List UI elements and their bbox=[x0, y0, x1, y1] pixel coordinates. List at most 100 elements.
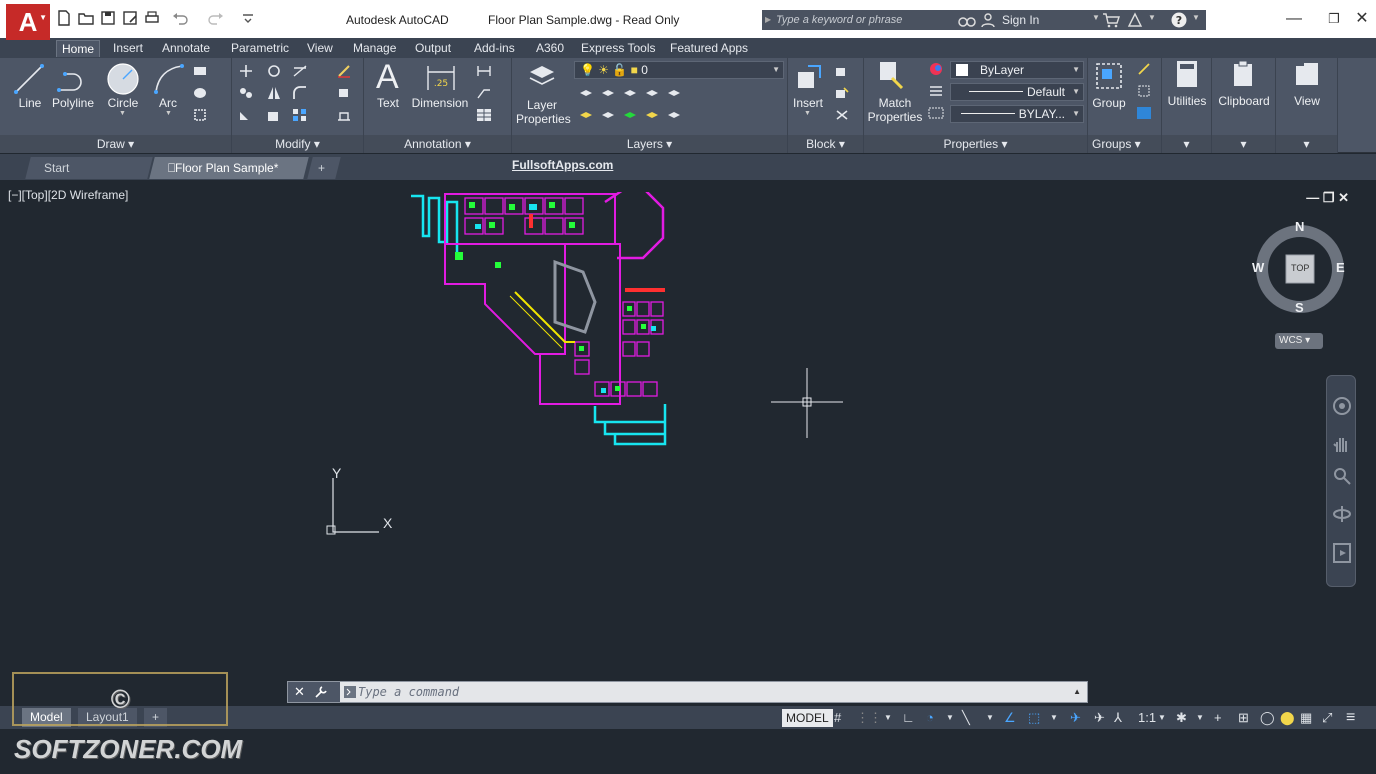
tab-view[interactable]: View bbox=[302, 40, 338, 57]
groups-panel-label[interactable]: Groups ▾ bbox=[1088, 135, 1161, 153]
layer-dropdown[interactable]: 💡 ☀ 🔓 ■ 0 ▼ bbox=[574, 61, 784, 79]
linear-dimension-icon[interactable] bbox=[476, 64, 492, 78]
table-icon[interactable] bbox=[476, 108, 492, 122]
polyline-button[interactable]: Polyline bbox=[48, 96, 98, 110]
viewport-controls-label[interactable]: [−][Top][2D Wireframe] bbox=[8, 188, 128, 202]
block-panel-label[interactable]: Block ▾ bbox=[788, 135, 863, 153]
draw-panel-label[interactable]: Draw ▾ bbox=[0, 135, 231, 153]
line-icon[interactable] bbox=[12, 62, 46, 96]
orbit-icon[interactable] bbox=[1332, 504, 1352, 524]
layer-off-icon[interactable] bbox=[666, 86, 682, 100]
workspace-gear-icon[interactable]: ✱ bbox=[1176, 710, 1187, 726]
arc-dropdown-icon[interactable]: ▼ bbox=[165, 110, 172, 117]
tab-featured-apps[interactable]: Featured Apps bbox=[665, 40, 753, 57]
new-file-icon[interactable] bbox=[56, 10, 72, 26]
trim-icon[interactable] bbox=[292, 64, 308, 78]
clipboard-button[interactable]: Clipboard bbox=[1212, 94, 1276, 108]
new-tab-button[interactable]: + bbox=[307, 157, 341, 179]
lineweight-icon[interactable] bbox=[928, 84, 944, 98]
view-panel-label[interactable]: ▾ bbox=[1276, 135, 1337, 153]
copy-icon[interactable] bbox=[238, 86, 254, 100]
arc-button[interactable]: Arc bbox=[150, 96, 186, 110]
cart-icon[interactable] bbox=[1102, 12, 1120, 28]
modify-panel-label[interactable]: Modify ▾ bbox=[232, 135, 363, 153]
tab-manage[interactable]: Manage bbox=[348, 40, 401, 57]
annotation-visibility-icon[interactable]: ✈ bbox=[1070, 710, 1081, 726]
text-icon[interactable]: A bbox=[376, 58, 399, 97]
plot-icon[interactable] bbox=[144, 10, 160, 26]
save-as-icon[interactable] bbox=[122, 10, 138, 26]
search-input[interactable]: ▶ Type a keyword or phrase bbox=[762, 10, 954, 30]
command-prompt-icon[interactable] bbox=[344, 685, 356, 699]
command-history-icon[interactable]: ▲ bbox=[1073, 687, 1081, 696]
snap-icon[interactable]: ⋮⋮ bbox=[856, 710, 882, 726]
utilities-button[interactable]: Utilities bbox=[1162, 94, 1212, 108]
save-icon[interactable] bbox=[100, 10, 116, 26]
annotation-scale-value[interactable]: 1:1 bbox=[1138, 710, 1156, 726]
text-button[interactable]: Text bbox=[374, 96, 402, 110]
polar-dropdown-icon[interactable]: ▼ bbox=[946, 710, 954, 726]
insert-dropdown-icon[interactable]: ▼ bbox=[804, 110, 811, 117]
tab-floor-plan-sample[interactable]: ⎕ Floor Plan Sample*✕ bbox=[149, 157, 309, 197]
group-button[interactable]: Group bbox=[1090, 96, 1128, 110]
group-edit-icon[interactable] bbox=[1136, 84, 1152, 98]
compass-east[interactable]: E bbox=[1336, 260, 1345, 275]
sign-in-dropdown-icon[interactable]: ▼ bbox=[1092, 13, 1100, 22]
circle-button[interactable]: Circle bbox=[102, 96, 144, 110]
array-icon[interactable] bbox=[292, 108, 308, 122]
layer-lock-icon[interactable] bbox=[644, 108, 660, 122]
match-properties-icon[interactable] bbox=[878, 60, 908, 92]
layers-panel-label[interactable]: Layers ▾ bbox=[512, 135, 787, 153]
tab-output[interactable]: Output bbox=[410, 40, 456, 57]
redo-icon[interactable] bbox=[208, 10, 224, 26]
isodraft-dropdown-icon[interactable]: ▼ bbox=[986, 710, 994, 726]
grid-icon[interactable]: # bbox=[834, 710, 841, 726]
floor-plan-drawing[interactable] bbox=[405, 192, 675, 452]
scale-dropdown-icon[interactable]: ▼ bbox=[1158, 710, 1166, 726]
object-snap-tracking-icon[interactable]: ∠ bbox=[1004, 710, 1016, 726]
clipboard-icon[interactable] bbox=[1232, 60, 1256, 88]
tab-add-ins[interactable]: Add-ins bbox=[469, 40, 520, 57]
view-button[interactable]: View bbox=[1276, 94, 1338, 108]
layer-walk-icon[interactable] bbox=[622, 108, 638, 122]
tab-home[interactable]: Home bbox=[56, 40, 101, 57]
compass-west[interactable]: W bbox=[1252, 260, 1264, 275]
clean-screen-icon[interactable]: ⤢ bbox=[1322, 710, 1332, 726]
match-properties-button[interactable]: Match Properties bbox=[866, 96, 924, 124]
osnap-dropdown-icon[interactable]: ▼ bbox=[1050, 710, 1058, 726]
object-snap-icon[interactable]: ⬚ bbox=[1028, 710, 1040, 726]
snap-dropdown-icon[interactable]: ▼ bbox=[884, 710, 892, 726]
tab-express-tools[interactable]: Express Tools bbox=[576, 40, 660, 57]
open-folder-icon[interactable] bbox=[78, 10, 94, 26]
ungroup-icon[interactable] bbox=[1136, 62, 1152, 76]
tab-annotate[interactable]: Annotate bbox=[157, 40, 215, 57]
tab-a360[interactable]: A360 bbox=[531, 40, 569, 57]
tab-start[interactable]: Start bbox=[25, 157, 153, 179]
mirror-icon[interactable] bbox=[266, 86, 282, 100]
rotate-icon[interactable] bbox=[266, 64, 282, 78]
boundary-icon[interactable] bbox=[192, 108, 208, 122]
color-dropdown[interactable]: ByLayer ▼ bbox=[950, 61, 1084, 79]
showmotion-icon[interactable] bbox=[1332, 542, 1352, 564]
line-button[interactable]: Line bbox=[10, 96, 50, 110]
compass-north[interactable]: N bbox=[1295, 219, 1304, 234]
polyline-icon[interactable] bbox=[55, 62, 89, 96]
annotation-scale-icon[interactable]: ⅄ bbox=[1114, 710, 1122, 726]
explode-icon[interactable] bbox=[336, 86, 352, 100]
circle-icon[interactable] bbox=[105, 61, 141, 97]
annotation-monitor-icon[interactable]: + bbox=[1214, 710, 1222, 726]
customize-qat-icon[interactable] bbox=[240, 10, 256, 26]
layer-state-icon[interactable] bbox=[578, 86, 594, 100]
zoom-extents-icon[interactable] bbox=[1332, 466, 1352, 486]
hatch-icon[interactable] bbox=[192, 86, 208, 100]
model-space-toggle[interactable]: MODEL bbox=[782, 709, 833, 727]
tab-parametric[interactable]: Parametric bbox=[226, 40, 294, 57]
create-block-icon[interactable] bbox=[834, 64, 850, 78]
a360-dropdown-icon[interactable]: ▼ bbox=[1148, 13, 1156, 22]
steering-wheel-icon[interactable] bbox=[1332, 396, 1352, 416]
layer-freeze-icon[interactable] bbox=[644, 86, 660, 100]
command-input[interactable]: Type a command bbox=[358, 685, 459, 699]
move-icon[interactable] bbox=[238, 64, 254, 78]
wcs-dropdown[interactable]: WCS ▾ bbox=[1275, 333, 1323, 349]
viewport-window-controls[interactable]: — ❐ ✕ bbox=[1306, 190, 1349, 206]
